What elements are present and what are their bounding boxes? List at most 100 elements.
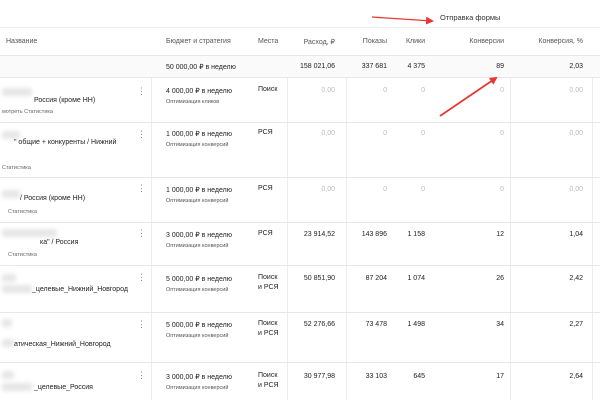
table-row[interactable]: Россия (кроме НН) мотреть Статистика ⋮ 4… — [0, 78, 600, 123]
campaign-links[interactable]: Статистика — [8, 252, 37, 258]
campaign-name[interactable]: ка" / Россия — [40, 239, 78, 246]
spend-value: 0,00 — [321, 186, 335, 193]
redacted-name — [2, 229, 57, 237]
table-row[interactable]: атическая_Нижний_Новгород ⋮ 5 000,00 ₽ в… — [0, 313, 600, 363]
redacted-name — [2, 88, 32, 96]
campaign-links[interactable]: мотреть Статистика — [2, 109, 53, 115]
placement: РСЯ — [258, 129, 273, 136]
table-row[interactable]: ка" / Россия Статистика ⋮ 3 000,00 ₽ в н… — [0, 223, 600, 266]
conv-rate-value: 0,00 — [569, 87, 583, 94]
campaign-links[interactable]: Статистика — [8, 209, 37, 215]
table-row[interactable]: " общие + конкуренты / Нижний Статистика… — [0, 123, 600, 178]
redacted-name — [2, 274, 16, 282]
budget-value[interactable]: 1 000,00 ₽ в неделю — [166, 130, 232, 138]
placement: Поиск и РСЯ — [258, 372, 279, 389]
spend-value: 50 851,90 — [303, 275, 335, 282]
conversions-value: 0 — [500, 186, 504, 193]
more-vert-icon[interactable]: ⋮ — [137, 87, 146, 96]
conversions-value: 0 — [500, 130, 504, 137]
impressions-value: 0 — [383, 130, 387, 137]
spend-value: 23 914,52 — [303, 231, 335, 238]
conversions-value: 12 — [496, 231, 504, 238]
conv-rate-value: 2,64 — [569, 373, 583, 380]
table-row[interactable]: / Россия (кроме НН) Статистика ⋮ 1 000,0… — [0, 178, 600, 223]
column-header-name[interactable]: Название — [6, 38, 37, 45]
impressions-value: 0 — [383, 87, 387, 94]
clicks-value: 0 — [421, 186, 425, 193]
summary-clicks: 4 375 — [407, 63, 425, 70]
spend-value: 52 276,66 — [303, 321, 335, 328]
clicks-value: 0 — [421, 130, 425, 137]
conversions-value: 0 — [500, 87, 504, 94]
column-header-places[interactable]: Места — [258, 38, 278, 45]
budget-value[interactable]: 1 000,00 ₽ в неделю — [166, 186, 232, 194]
more-vert-icon[interactable]: ⋮ — [137, 184, 146, 193]
table-row[interactable]: _целевые_Россия ⋮ 3 000,00 ₽ в неделю Оп… — [0, 363, 600, 400]
goal-header-band: Отправка формы — [0, 0, 600, 28]
conv-rate-value: 2,27 — [569, 321, 583, 328]
placement: Поиск и РСЯ — [258, 274, 279, 291]
campaign-name[interactable]: _целевые_Россия — [34, 384, 93, 391]
campaign-name[interactable]: " общие + конкуренты / Нижний — [14, 139, 116, 146]
budget-value[interactable]: 4 000,00 ₽ в неделю — [166, 87, 232, 95]
conv-rate-value: 0,00 — [569, 186, 583, 193]
campaign-name[interactable]: / Россия (кроме НН) — [20, 195, 85, 202]
budget-value[interactable]: 5 000,00 ₽ в неделю — [166, 321, 232, 329]
more-vert-icon[interactable]: ⋮ — [137, 229, 146, 238]
placement: РСЯ — [258, 185, 273, 192]
summary-row: 50 000,00 ₽ в неделю 158 021,06 337 681 … — [0, 56, 600, 78]
campaign-name[interactable]: _целевые_Нижний_Новгород — [32, 286, 128, 293]
column-header-spend[interactable]: Расход, ₽ — [290, 38, 335, 46]
clicks-value: 645 — [413, 373, 425, 380]
summary-budget: 50 000,00 ₽ в неделю — [166, 64, 236, 71]
column-header-conv-rate[interactable]: Конверсия, % — [515, 38, 583, 45]
strategy-label: Оптимизация конверсий — [166, 198, 229, 204]
redacted-name — [2, 383, 32, 391]
spend-value: 30 977,98 — [303, 373, 335, 380]
placement: РСЯ — [258, 230, 273, 237]
summary-conversions: 89 — [496, 63, 504, 70]
redacted-name — [2, 339, 14, 347]
budget-value[interactable]: 3 000,00 ₽ в неделю — [166, 373, 232, 381]
spend-value: 0,00 — [321, 87, 335, 94]
campaign-name[interactable]: атическая_Нижний_Новгород — [14, 341, 111, 348]
column-header-conversions[interactable]: Конверсии — [440, 38, 504, 45]
redacted-name — [2, 319, 12, 327]
budget-value[interactable]: 5 000,00 ₽ в неделю — [166, 275, 232, 283]
strategy-label: Оптимизация конверсий — [166, 287, 229, 293]
strategy-label: Оптимизация кликов — [166, 99, 220, 105]
campaign-name[interactable]: Россия (кроме НН) — [34, 97, 95, 104]
strategy-label: Оптимизация конверсий — [166, 333, 229, 339]
table-row[interactable]: _целевые_Нижний_Новгород ⋮ 5 000,00 ₽ в … — [0, 266, 600, 313]
campaign-links[interactable]: Статистика — [2, 165, 31, 171]
column-header-impressions[interactable]: Показы — [340, 38, 387, 45]
conv-rate-value: 0,00 — [569, 130, 583, 137]
clicks-value: 1 074 — [407, 275, 425, 282]
campaign-stats-table: Отправка формы Название Бюджет и стратег… — [0, 0, 600, 400]
conv-rate-value: 1,04 — [569, 231, 583, 238]
goal-label[interactable]: Отправка формы — [440, 13, 500, 22]
more-vert-icon[interactable]: ⋮ — [137, 273, 146, 282]
summary-spend: 158 021,06 — [299, 63, 335, 70]
more-vert-icon[interactable]: ⋮ — [137, 320, 146, 329]
strategy-label: Оптимизация конверсий — [166, 385, 229, 391]
strategy-label: Оптимизация конверсий — [166, 243, 229, 249]
impressions-value: 0 — [383, 186, 387, 193]
column-header-budget[interactable]: Бюджет и стратегия — [166, 38, 231, 45]
conv-rate-value: 2,42 — [569, 275, 583, 282]
more-vert-icon[interactable]: ⋮ — [137, 130, 146, 139]
impressions-value: 33 103 — [365, 373, 387, 380]
budget-value[interactable]: 3 000,00 ₽ в неделю — [166, 231, 232, 239]
clicks-value: 0 — [421, 87, 425, 94]
clicks-value: 1 498 — [407, 321, 425, 328]
more-vert-icon[interactable]: ⋮ — [137, 371, 146, 380]
conversions-value: 17 — [496, 373, 504, 380]
placement: Поиск — [258, 86, 278, 93]
redacted-name — [2, 131, 20, 139]
impressions-value: 87 204 — [365, 275, 387, 282]
redacted-name — [2, 285, 32, 293]
column-header-clicks[interactable]: Клики — [390, 38, 425, 45]
impressions-value: 143 896 — [361, 231, 387, 238]
spend-value: 0,00 — [321, 130, 335, 137]
table-header-row: Название Бюджет и стратегия Места Расход… — [0, 28, 600, 56]
